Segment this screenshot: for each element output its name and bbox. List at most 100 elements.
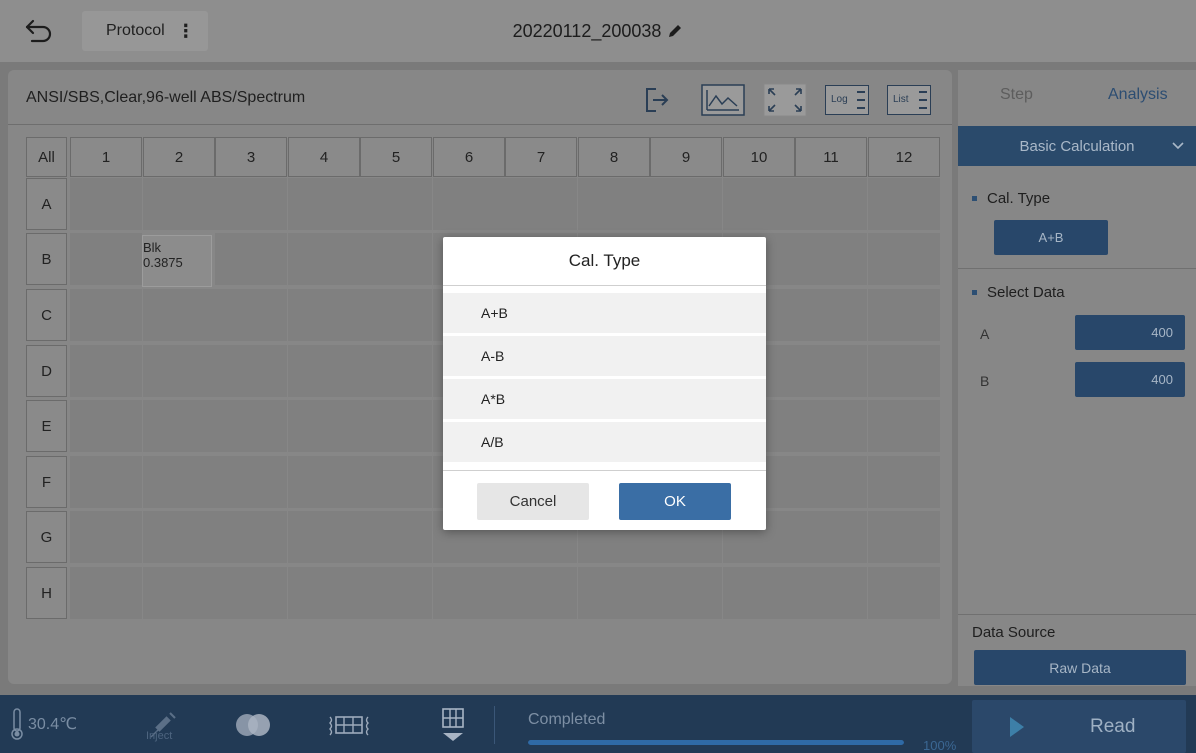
well-cell[interactable] xyxy=(360,567,432,619)
well-cell[interactable] xyxy=(288,345,360,397)
well-cell[interactable] xyxy=(578,178,650,230)
well-cell[interactable] xyxy=(143,511,215,563)
plate-eject-button[interactable] xyxy=(430,700,476,750)
row-header[interactable]: E xyxy=(26,400,67,452)
well-cell[interactable] xyxy=(868,233,940,285)
cal-type-button[interactable]: A+B xyxy=(994,220,1108,255)
well-cell[interactable] xyxy=(70,233,142,285)
well-cell[interactable] xyxy=(433,567,505,619)
well-cell[interactable] xyxy=(360,511,432,563)
expand-button[interactable] xyxy=(762,78,808,122)
well-cell[interactable] xyxy=(433,178,505,230)
tab-step[interactable]: Step xyxy=(1000,86,1033,104)
well-cell[interactable] xyxy=(215,456,287,508)
well-cell[interactable] xyxy=(143,345,215,397)
temperature-indicator[interactable]: 30.4℃ xyxy=(10,707,77,741)
well-cell[interactable] xyxy=(70,400,142,452)
well-cell[interactable] xyxy=(795,289,867,341)
shake-button[interactable] xyxy=(228,700,278,750)
well-cell[interactable] xyxy=(723,567,795,619)
well-cell[interactable] xyxy=(505,567,577,619)
well-cell[interactable] xyxy=(360,233,432,285)
well-cell[interactable] xyxy=(70,567,142,619)
export-button[interactable] xyxy=(640,78,674,122)
row-header[interactable]: A xyxy=(26,178,67,230)
column-header[interactable]: 8 xyxy=(578,137,650,177)
column-header[interactable]: 2 xyxy=(143,137,215,177)
well-cell[interactable] xyxy=(868,511,940,563)
column-header[interactable]: 3 xyxy=(215,137,287,177)
data-source-button[interactable]: Raw Data xyxy=(974,650,1186,685)
well-cell[interactable] xyxy=(288,567,360,619)
dialog-option-subtract[interactable]: A-B xyxy=(443,336,766,376)
well-cell[interactable] xyxy=(215,567,287,619)
well-cell[interactable] xyxy=(288,233,360,285)
well-cell[interactable] xyxy=(288,456,360,508)
log-button[interactable]: Log xyxy=(824,78,870,122)
plate-in-out-button[interactable] xyxy=(324,700,374,750)
well-cell[interactable] xyxy=(650,567,722,619)
well-cell[interactable] xyxy=(215,345,287,397)
column-header[interactable]: 10 xyxy=(723,137,795,177)
column-header[interactable]: 9 xyxy=(650,137,722,177)
well-cell[interactable] xyxy=(215,233,287,285)
column-header[interactable]: 4 xyxy=(288,137,360,177)
well-cell[interactable] xyxy=(143,456,215,508)
ok-button[interactable]: OK xyxy=(619,483,731,520)
well-cell[interactable] xyxy=(288,289,360,341)
well-cell[interactable] xyxy=(360,178,432,230)
well-cell[interactable] xyxy=(868,567,940,619)
well-cell[interactable] xyxy=(288,178,360,230)
well-cell[interactable] xyxy=(723,178,795,230)
well-cell[interactable] xyxy=(215,178,287,230)
well-cell[interactable] xyxy=(868,289,940,341)
well-cell[interactable] xyxy=(795,233,867,285)
row-header[interactable]: F xyxy=(26,456,67,508)
calculation-dropdown[interactable]: Basic Calculation xyxy=(958,126,1196,166)
well-cell[interactable] xyxy=(868,400,940,452)
protocol-menu-button[interactable]: Protocol ⋮ xyxy=(82,11,208,51)
well-cell[interactable] xyxy=(215,400,287,452)
well-cell[interactable] xyxy=(70,178,142,230)
well-cell[interactable] xyxy=(143,289,215,341)
tab-analysis[interactable]: Analysis xyxy=(1108,86,1168,104)
dialog-option-multiply[interactable]: A*B xyxy=(443,379,766,419)
well-cell[interactable] xyxy=(70,345,142,397)
well-cell[interactable] xyxy=(70,456,142,508)
well-cell[interactable] xyxy=(868,456,940,508)
curve-button[interactable] xyxy=(700,78,746,122)
inject-button[interactable]: Inject xyxy=(140,700,186,750)
well-cell[interactable] xyxy=(868,178,940,230)
select-b-button[interactable]: 400 xyxy=(1075,362,1185,397)
row-header[interactable]: B xyxy=(26,233,67,285)
read-button[interactable]: Read xyxy=(972,700,1186,753)
column-header[interactable]: 5 xyxy=(360,137,432,177)
well-cell[interactable] xyxy=(288,511,360,563)
well-cell[interactable] xyxy=(795,456,867,508)
well-cell[interactable] xyxy=(360,289,432,341)
well-cell[interactable] xyxy=(143,400,215,452)
well-cell[interactable] xyxy=(360,456,432,508)
row-header[interactable]: H xyxy=(26,567,67,619)
well-cell[interactable] xyxy=(795,345,867,397)
well-cell[interactable] xyxy=(288,400,360,452)
run-title[interactable]: 20220112_200038 xyxy=(513,21,684,42)
list-button[interactable]: List xyxy=(886,78,932,122)
well-cell[interactable] xyxy=(143,567,215,619)
column-header[interactable]: 7 xyxy=(505,137,577,177)
back-button[interactable] xyxy=(22,14,56,48)
well-cell[interactable] xyxy=(70,511,142,563)
well-cell[interactable] xyxy=(360,400,432,452)
well-cell[interactable] xyxy=(70,289,142,341)
column-header[interactable]: 11 xyxy=(795,137,867,177)
column-header[interactable]: 1 xyxy=(70,137,142,177)
select-all-header[interactable]: All xyxy=(26,137,67,177)
row-header[interactable]: D xyxy=(26,345,67,397)
well-cell[interactable] xyxy=(795,400,867,452)
well-cell[interactable] xyxy=(868,345,940,397)
well-cell[interactable] xyxy=(360,345,432,397)
select-a-button[interactable]: 400 xyxy=(1075,315,1185,350)
cancel-button[interactable]: Cancel xyxy=(477,483,589,520)
well-cell[interactable] xyxy=(215,511,287,563)
well-cell[interactable] xyxy=(795,178,867,230)
